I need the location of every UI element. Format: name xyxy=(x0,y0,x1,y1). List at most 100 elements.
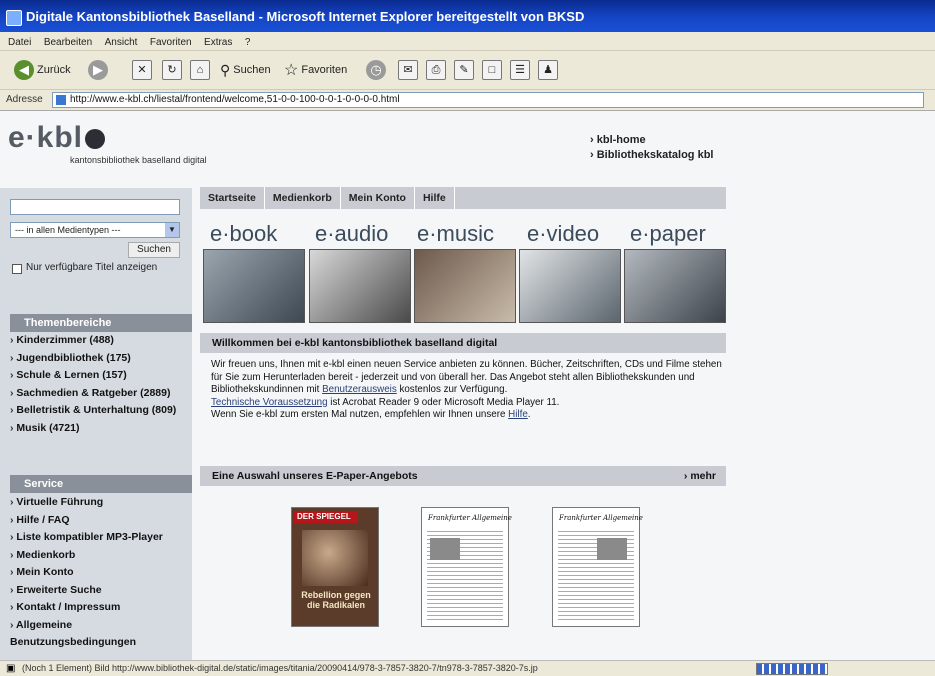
mail-icon: ✉ xyxy=(398,60,418,80)
search-input[interactable] xyxy=(10,199,180,215)
nav-hilfe[interactable]: Hilfe xyxy=(415,187,455,209)
favorites-button[interactable]: ☆ Favoriten xyxy=(284,59,347,81)
brand-emusic[interactable]: e·music xyxy=(417,221,494,247)
messenger-button[interactable]: ♟ xyxy=(538,59,558,81)
spiegel-cover[interactable]: DER SPIEGEL Rebellion gegen die Radikale… xyxy=(291,507,379,627)
menu-bar: Datei Bearbeiten Ansicht Favoriten Extra… xyxy=(0,32,935,51)
title-bar: Digitale Kantonsbibliothek Baselland - M… xyxy=(0,0,935,32)
nav-medienkorb[interactable]: Medienkorb xyxy=(265,187,341,209)
page-icon xyxy=(56,95,66,105)
forward-arrow-icon: ▶ xyxy=(88,60,108,80)
messenger-icon: ♟ xyxy=(538,60,558,80)
home-button[interactable]: ⌂ xyxy=(190,59,210,81)
address-label: Adresse xyxy=(6,94,43,105)
logo-subtitle: kantonsbibliothek baselland digital xyxy=(70,155,207,165)
brand-evideo[interactable]: e·video xyxy=(527,221,599,247)
themen-item[interactable]: Sachmedien & Ratgeber (2889) xyxy=(10,385,192,403)
available-only-label: Nur verfügbare Titel anzeigen xyxy=(26,262,158,273)
link-hilfe[interactable]: Hilfe xyxy=(508,409,528,420)
menu-datei[interactable]: Datei xyxy=(8,37,31,48)
cover-photo xyxy=(302,530,368,586)
refresh-icon: ↻ xyxy=(162,60,182,80)
search-button[interactable]: ⚲ Suchen xyxy=(220,59,271,81)
ie-icon xyxy=(6,10,22,26)
forward-button[interactable]: ▶ xyxy=(88,59,111,81)
window-title: Digitale Kantonsbibliothek Baselland - M… xyxy=(26,9,585,24)
welcome-text: Wir freuen uns, Ihnen mit e-kbl einen ne… xyxy=(211,359,722,420)
themen-item[interactable]: Musik (4721) xyxy=(10,420,192,438)
evideo-photo[interactable] xyxy=(519,249,621,323)
toolbar: ◀ Zurück ▶ ✕ ↻ ⌂ ⚲ Suchen ☆ Favoriten ◷ … xyxy=(0,51,935,90)
progress-bar xyxy=(756,663,828,675)
nav-startseite[interactable]: Startseite xyxy=(200,187,265,209)
brand-epaper[interactable]: e·paper xyxy=(630,221,706,247)
search-icon: ⚲ xyxy=(220,61,231,78)
more-link[interactable]: › mehr xyxy=(684,470,716,482)
epaper-photo[interactable] xyxy=(624,249,726,323)
refresh-button[interactable]: ↻ xyxy=(162,59,182,81)
service-list: Virtuelle Führung Hilfe / FAQ Liste komp… xyxy=(10,494,192,652)
themen-item[interactable]: Jugendbibliothek (175) xyxy=(10,350,192,368)
service-item[interactable]: Kontakt / Impressum xyxy=(10,599,192,617)
stop-icon: ✕ xyxy=(132,60,152,80)
star-icon: ☆ xyxy=(284,62,299,79)
link-benutzerausweis[interactable]: Benutzerausweis xyxy=(322,384,397,395)
eaudio-photo[interactable] xyxy=(309,249,411,323)
research-icon: ☰ xyxy=(510,60,530,80)
status-bar: ▣ (Noch 1 Element) Bild http://www.bibli… xyxy=(0,660,935,676)
faz-cover-1[interactable]: Frankfurter Allgemeine xyxy=(421,507,512,627)
available-only-checkbox[interactable] xyxy=(12,264,22,274)
brand-ebook[interactable]: e·book xyxy=(210,221,277,247)
service-item[interactable]: Allgemeine Benutzungsbedingungen xyxy=(10,617,192,652)
themen-item[interactable]: Belletristik & Unterhaltung (809) xyxy=(10,402,192,420)
service-item[interactable]: Liste kompatibler MP3-Player xyxy=(10,529,192,547)
menu-bearbeiten[interactable]: Bearbeiten xyxy=(44,37,92,48)
edit-button[interactable]: ✎ xyxy=(454,59,474,81)
print-button[interactable]: ⎙ xyxy=(426,59,446,81)
service-item[interactable]: Hilfe / FAQ xyxy=(10,512,192,530)
edit-icon: ✎ xyxy=(454,60,474,80)
service-item[interactable]: Mein Konto xyxy=(10,564,192,582)
link-kbl-home[interactable]: kbl-home xyxy=(590,133,713,148)
history-button[interactable]: ◷ xyxy=(366,59,389,81)
mail-button[interactable]: ✉ xyxy=(398,59,418,81)
themen-item[interactable]: Schule & Lernen (157) xyxy=(10,367,192,385)
site-logo[interactable]: e·kbl xyxy=(8,121,106,155)
browser-window: Digitale Kantonsbibliothek Baselland - M… xyxy=(0,0,935,676)
brand-eaudio[interactable]: e·audio xyxy=(315,221,388,247)
faz-cover-2[interactable]: Frankfurter Allgemeine xyxy=(552,507,643,627)
address-input[interactable]: http://www.e-kbl.ch/liestal/frontend/wel… xyxy=(52,92,924,108)
emusic-photo[interactable] xyxy=(414,249,516,323)
menu-extras[interactable]: Extras xyxy=(204,37,232,48)
research-button[interactable]: ☰ xyxy=(510,59,530,81)
address-url: http://www.e-kbl.ch/liestal/frontend/wel… xyxy=(70,94,400,105)
address-bar: Adresse http://www.e-kbl.ch/liestal/fron… xyxy=(0,90,935,111)
history-icon: ◷ xyxy=(366,60,386,80)
welcome-header: Willkommen bei e-kbl kantonsbibliothek b… xyxy=(200,333,726,353)
themen-item[interactable]: Kinderzimmer (488) xyxy=(10,332,192,350)
print-icon: ⎙ xyxy=(426,60,446,80)
link-technische-voraussetzung[interactable]: Technische Voraussetzung xyxy=(211,397,328,408)
web-page: e·kbl kantonsbibliothek baselland digita… xyxy=(0,111,935,660)
nav-mein-konto[interactable]: Mein Konto xyxy=(341,187,415,209)
service-heading: Service xyxy=(10,475,192,493)
menu-favoriten[interactable]: Favoriten xyxy=(150,37,192,48)
search-submit-button[interactable]: Suchen xyxy=(128,242,180,258)
epaper-header: Eine Auswahl unseres E-Paper-Angebots › … xyxy=(200,466,726,486)
link-bibliothekskatalog[interactable]: Bibliothekskatalog kbl xyxy=(590,148,714,163)
media-type-select[interactable]: --- in allen Medientypen --- ▼ xyxy=(10,222,180,238)
menu-ansicht[interactable]: Ansicht xyxy=(105,37,138,48)
newspaper-photo xyxy=(430,538,460,560)
stop-button[interactable]: ✕ xyxy=(132,59,152,81)
menu-help[interactable]: ? xyxy=(245,37,251,48)
service-item[interactable]: Erweiterte Suche xyxy=(10,582,192,600)
back-arrow-icon: ◀ xyxy=(14,60,34,80)
discuss-button[interactable]: □ xyxy=(482,59,502,81)
logo-ball-icon xyxy=(85,129,106,150)
chevron-down-icon: ▼ xyxy=(165,223,179,237)
back-button[interactable]: ◀ Zurück xyxy=(14,59,71,81)
service-item[interactable]: Medienkorb xyxy=(10,547,192,565)
service-item[interactable]: Virtuelle Führung xyxy=(10,494,192,512)
themen-heading: Themenbereiche xyxy=(10,314,192,332)
ebook-photo[interactable] xyxy=(203,249,305,323)
